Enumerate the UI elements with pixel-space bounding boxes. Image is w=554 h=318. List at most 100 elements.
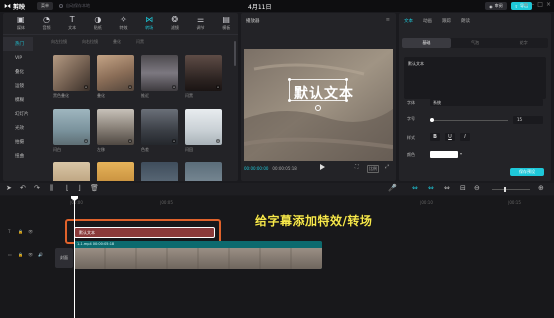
- transition-thumbnail[interactable]: ↓: [53, 55, 90, 91]
- text-content-input[interactable]: 默认文本: [404, 57, 546, 99]
- video-clip[interactable]: 1-1.mp4 00:00:05:18: [74, 241, 322, 269]
- resize-handle[interactable]: [288, 99, 291, 102]
- tab-read-aloud[interactable]: 朗读: [461, 18, 470, 24]
- category-item[interactable]: 运镜: [3, 79, 33, 93]
- slider-knob[interactable]: [430, 118, 434, 122]
- tool-media[interactable]: ▣ 媒体: [9, 13, 33, 33]
- eye-icon[interactable]: 👁: [28, 252, 33, 257]
- transition-thumbnail[interactable]: [53, 162, 90, 181]
- delete-icon[interactable]: 🗑: [90, 184, 99, 192]
- tab-tracking[interactable]: 跟踪: [442, 18, 451, 24]
- category-item[interactable]: 光效: [3, 121, 33, 135]
- close-icon[interactable]: ×: [546, 1, 551, 8]
- window-menu-icon[interactable]: ≡: [523, 1, 528, 8]
- chevron-down-icon[interactable]: ▾: [460, 151, 462, 156]
- ruler-tick: |00:00: [70, 200, 83, 205]
- tool-template[interactable]: ▤ 模板: [214, 13, 238, 33]
- time-ruler[interactable]: |00:00 |00:05 |00:10 |00:15: [60, 198, 554, 206]
- align-icon[interactable]: ⇔: [444, 184, 450, 192]
- color-swatch[interactable]: [430, 151, 458, 158]
- tool-audio[interactable]: ◔ 音频: [35, 13, 59, 33]
- transition-thumbnail[interactable]: [185, 162, 222, 181]
- undo-icon[interactable]: ↶: [20, 184, 26, 192]
- transition-thumbnail[interactable]: ↓: [97, 109, 134, 145]
- play-button[interactable]: [320, 164, 325, 170]
- zoom-knob[interactable]: [504, 187, 506, 192]
- transition-thumbnail[interactable]: ↓: [141, 109, 178, 145]
- size-slider[interactable]: [430, 118, 508, 122]
- redo-icon[interactable]: ↷: [34, 184, 40, 192]
- transition-thumbnail[interactable]: ↓: [185, 55, 222, 91]
- subtab-bubble[interactable]: 气泡: [451, 38, 500, 48]
- resize-handle[interactable]: [288, 78, 291, 81]
- zoom-in-icon[interactable]: ⊕: [538, 184, 544, 192]
- subtab-basic[interactable]: 基础: [402, 38, 451, 48]
- split-right-icon[interactable]: ⌋: [78, 184, 81, 192]
- fit-screen-icon[interactable]: ⛶: [355, 164, 359, 170]
- maximize-icon[interactable]: □: [537, 1, 543, 8]
- save-preset-button[interactable]: 保存预设: [510, 168, 544, 176]
- transition-grid: ↓ 黑色叠化 ↓ 叠化 ↓ 推近 ↓ 闪黑 ↓ 闪白 ↓ 左移 ↓ 色差 ↓ 闪…: [51, 47, 236, 181]
- italic-button[interactable]: I: [460, 133, 470, 141]
- preview-screen[interactable]: 默认文本: [244, 49, 393, 161]
- link-icon[interactable]: ⇔: [412, 184, 418, 192]
- download-icon: ↓: [128, 85, 132, 89]
- transition-thumbnail[interactable]: ↓: [97, 55, 134, 91]
- transition-thumbnail[interactable]: [97, 162, 134, 181]
- transition-thumbnail[interactable]: ↓: [141, 55, 178, 91]
- category-item[interactable]: 叠化: [3, 65, 33, 79]
- zoom-out-icon[interactable]: ⊖: [474, 184, 480, 192]
- transition-thumbnail[interactable]: ↓: [185, 109, 222, 145]
- tool-text[interactable]: T 文本: [60, 13, 84, 33]
- split-left-icon[interactable]: ⌊: [66, 184, 69, 192]
- tool-adjust[interactable]: ⚌ 调节: [189, 13, 213, 33]
- tab-text[interactable]: 文本: [404, 18, 413, 24]
- tool-transition[interactable]: ⋈ 转场: [137, 13, 161, 33]
- lock-icon[interactable]: 🔒: [18, 252, 23, 257]
- minimize-icon[interactable]: –: [531, 1, 534, 8]
- transition-thumbnail[interactable]: [141, 162, 178, 181]
- snap-icon[interactable]: ⇔: [428, 184, 434, 192]
- underline-button[interactable]: U: [445, 133, 455, 141]
- app-logo: 剪映: [4, 2, 25, 11]
- fullscreen-icon[interactable]: ⤢: [385, 164, 389, 170]
- category-item[interactable]: 热门: [3, 37, 33, 51]
- split-icon[interactable]: ⫼: [50, 184, 53, 193]
- category-item[interactable]: 扭曲: [3, 149, 33, 163]
- download-icon: ↓: [216, 85, 220, 89]
- group-headers: 向左拉镜 向右拉镜 叠化 闪黑: [51, 39, 144, 45]
- playhead[interactable]: [74, 196, 75, 318]
- tool-sticker[interactable]: ◑ 贴纸: [86, 13, 110, 33]
- cover-button[interactable]: 封面: [55, 248, 73, 268]
- tool-effects[interactable]: ✧ 特效: [112, 13, 136, 33]
- thumbnail-caption: 叠化: [97, 93, 105, 98]
- select-cursor-icon[interactable]: ➤: [6, 184, 12, 192]
- review-button[interactable]: ◉ 审阅: [485, 2, 507, 10]
- timeline-toolbar: [0, 183, 554, 195]
- bold-button[interactable]: B: [430, 133, 440, 141]
- transition-thumbnail[interactable]: ↓: [53, 109, 90, 145]
- font-select[interactable]: 系统: [430, 99, 543, 106]
- lock-icon[interactable]: 🔒: [18, 229, 23, 234]
- category-item[interactable]: 模糊: [3, 93, 33, 107]
- thumbnail-caption: 色差: [141, 147, 149, 152]
- audio-mute-icon[interactable]: 🔊: [38, 252, 43, 257]
- category-item[interactable]: 拍摄: [3, 135, 33, 149]
- preview-axis-icon[interactable]: ⊟: [460, 184, 466, 192]
- category-item[interactable]: VIP: [3, 51, 33, 65]
- resize-handle[interactable]: [345, 78, 348, 81]
- player-menu-icon[interactable]: ≡: [386, 17, 390, 23]
- menu-button[interactable]: 菜单: [37, 2, 54, 10]
- eye-icon[interactable]: 👁: [28, 229, 33, 234]
- subtab-fancy-text[interactable]: 花字: [499, 38, 548, 48]
- ratio-button[interactable]: 比例: [367, 165, 379, 173]
- category-item[interactable]: 幻灯片: [3, 107, 33, 121]
- microphone-icon[interactable]: 🎤: [388, 184, 397, 192]
- zoom-slider[interactable]: [492, 187, 530, 192]
- tab-animation[interactable]: 动画: [423, 18, 432, 24]
- rotate-icon[interactable]: [315, 105, 321, 111]
- size-input[interactable]: 15: [513, 116, 543, 124]
- download-icon: ↓: [216, 139, 220, 143]
- tool-filter[interactable]: ❂ 滤镜: [163, 13, 187, 33]
- material-scrollbar[interactable]: [234, 41, 236, 66]
